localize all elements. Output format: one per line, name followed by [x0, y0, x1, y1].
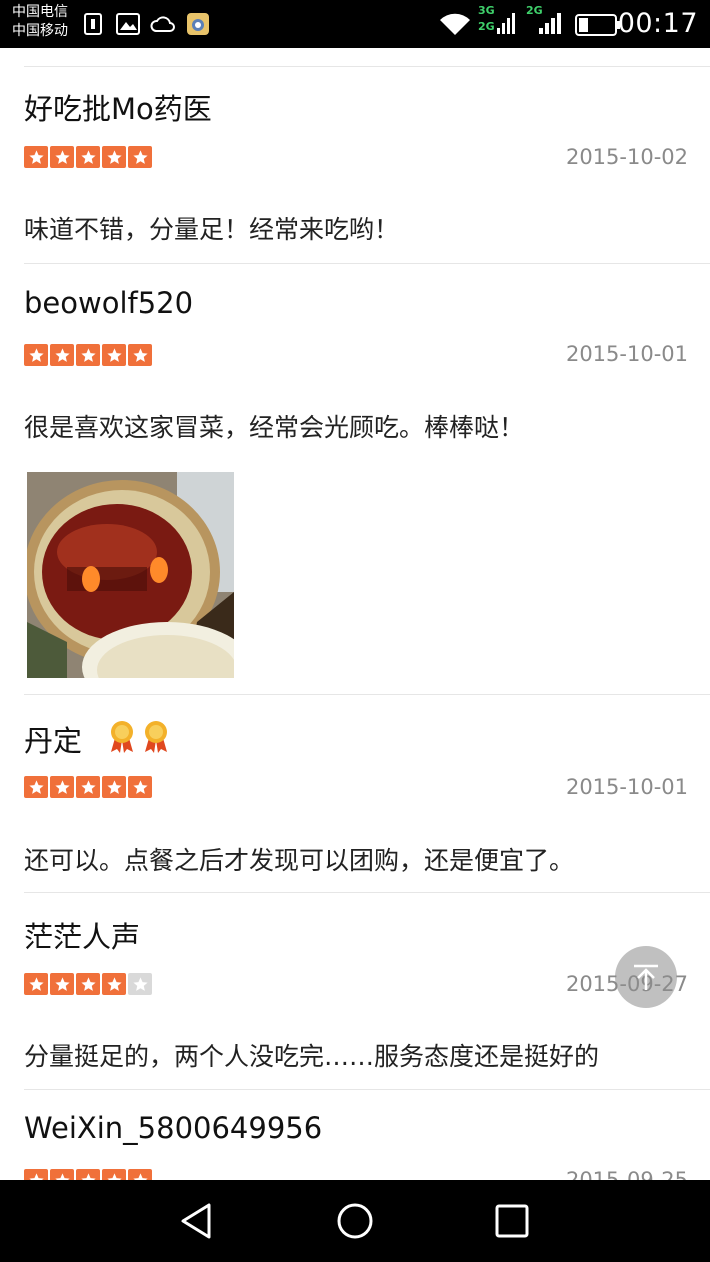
review-text: 味道不错，分量足！经常来吃哟！: [24, 215, 400, 244]
circle-home-icon[interactable]: [333, 1199, 377, 1243]
star-filled-icon: [102, 146, 126, 168]
star-filled-icon: [24, 973, 48, 995]
star-filled-icon: [50, 344, 74, 366]
star-filled-icon: [24, 344, 48, 366]
reviewer-name[interactable]: 好吃批Mo药医: [24, 86, 212, 128]
system-nav-bar: [0, 1180, 710, 1262]
square-recent-icon[interactable]: [490, 1199, 534, 1243]
star-filled-icon: [76, 1169, 100, 1180]
signal-icon-1: [497, 13, 515, 34]
reviewer-name[interactable]: WeiXin_5800649956: [24, 1111, 322, 1145]
star-filled-icon: [76, 146, 100, 168]
review-date: 2015-09-25: [565, 1168, 688, 1180]
carrier-1: 中国电信: [12, 4, 68, 20]
medal-icon: [145, 721, 167, 753]
review-list[interactable]: 好吃批Mo药医 2015-10-02 味道不错，分量足！经常来吃哟！ beowo…: [0, 48, 710, 1180]
carrier-labels: 中国电信 中国移动: [12, 3, 68, 41]
star-filled-icon: [24, 146, 48, 168]
cloud-icon: [150, 16, 175, 32]
divider: [24, 892, 710, 893]
review-text: 分量挺足的，两个人没吃完……服务态度还是挺好的: [24, 1042, 600, 1071]
review-text: 很是喜欢这家冒菜，经常会光顾吃。棒棒哒！: [24, 413, 525, 442]
divider: [24, 1089, 710, 1090]
divider: [24, 694, 710, 695]
triangle-back-icon[interactable]: [175, 1199, 219, 1243]
signal-icon-2: [539, 13, 561, 34]
divider: [24, 66, 710, 67]
review-date: 2015-10-01: [565, 342, 688, 366]
divider: [24, 263, 710, 264]
network-type-2: 2G: [478, 20, 495, 33]
reviewer-name[interactable]: beowolf520: [24, 286, 193, 320]
medal-icon: [111, 721, 133, 753]
star-empty-icon: [128, 973, 152, 995]
star-filled-icon: [128, 344, 152, 366]
star-filled-icon: [50, 146, 74, 168]
star-filled-icon: [128, 146, 152, 168]
sim-icon: [84, 13, 102, 35]
star-rating: [24, 776, 152, 798]
star-rating: [24, 973, 152, 995]
star-filled-icon: [102, 1169, 126, 1180]
star-rating: [24, 344, 152, 366]
star-filled-icon: [102, 344, 126, 366]
star-filled-icon: [24, 1169, 48, 1180]
app-notification-icon: [187, 13, 209, 35]
carrier-2: 中国移动: [12, 23, 68, 39]
reviewer-name[interactable]: 丹定: [24, 718, 82, 760]
star-filled-icon: [50, 1169, 74, 1180]
star-filled-icon: [102, 973, 126, 995]
star-filled-icon: [50, 973, 74, 995]
star-filled-icon: [76, 776, 100, 798]
arrow-up-to-top-icon: [634, 964, 658, 990]
back-to-top-button[interactable]: [615, 946, 677, 1008]
star-filled-icon: [76, 344, 100, 366]
star-rating: [24, 1169, 152, 1180]
star-filled-icon: [102, 776, 126, 798]
star-filled-icon: [50, 776, 74, 798]
hotpot-photo-icon: [27, 472, 234, 678]
network-type-1: 3G: [478, 4, 495, 17]
star-filled-icon: [24, 776, 48, 798]
reviewer-name[interactable]: 茫茫人声: [24, 914, 140, 956]
star-filled-icon: [128, 1169, 152, 1180]
status-bar: 中国电信 中国移动 3G 2G 2G 00:17: [0, 0, 710, 48]
star-filled-icon: [76, 973, 100, 995]
star-filled-icon: [128, 776, 152, 798]
review-photo[interactable]: [27, 472, 234, 678]
clock: 00:17: [617, 8, 698, 39]
review-date: 2015-10-01: [565, 775, 688, 799]
battery-icon: [575, 14, 620, 36]
review-text: 还可以。点餐之后才发现可以团购，还是便宜了。: [24, 846, 575, 875]
image-icon: [116, 13, 140, 35]
star-rating: [24, 146, 152, 168]
wifi-icon: [440, 13, 470, 35]
review-date: 2015-10-02: [565, 145, 688, 169]
